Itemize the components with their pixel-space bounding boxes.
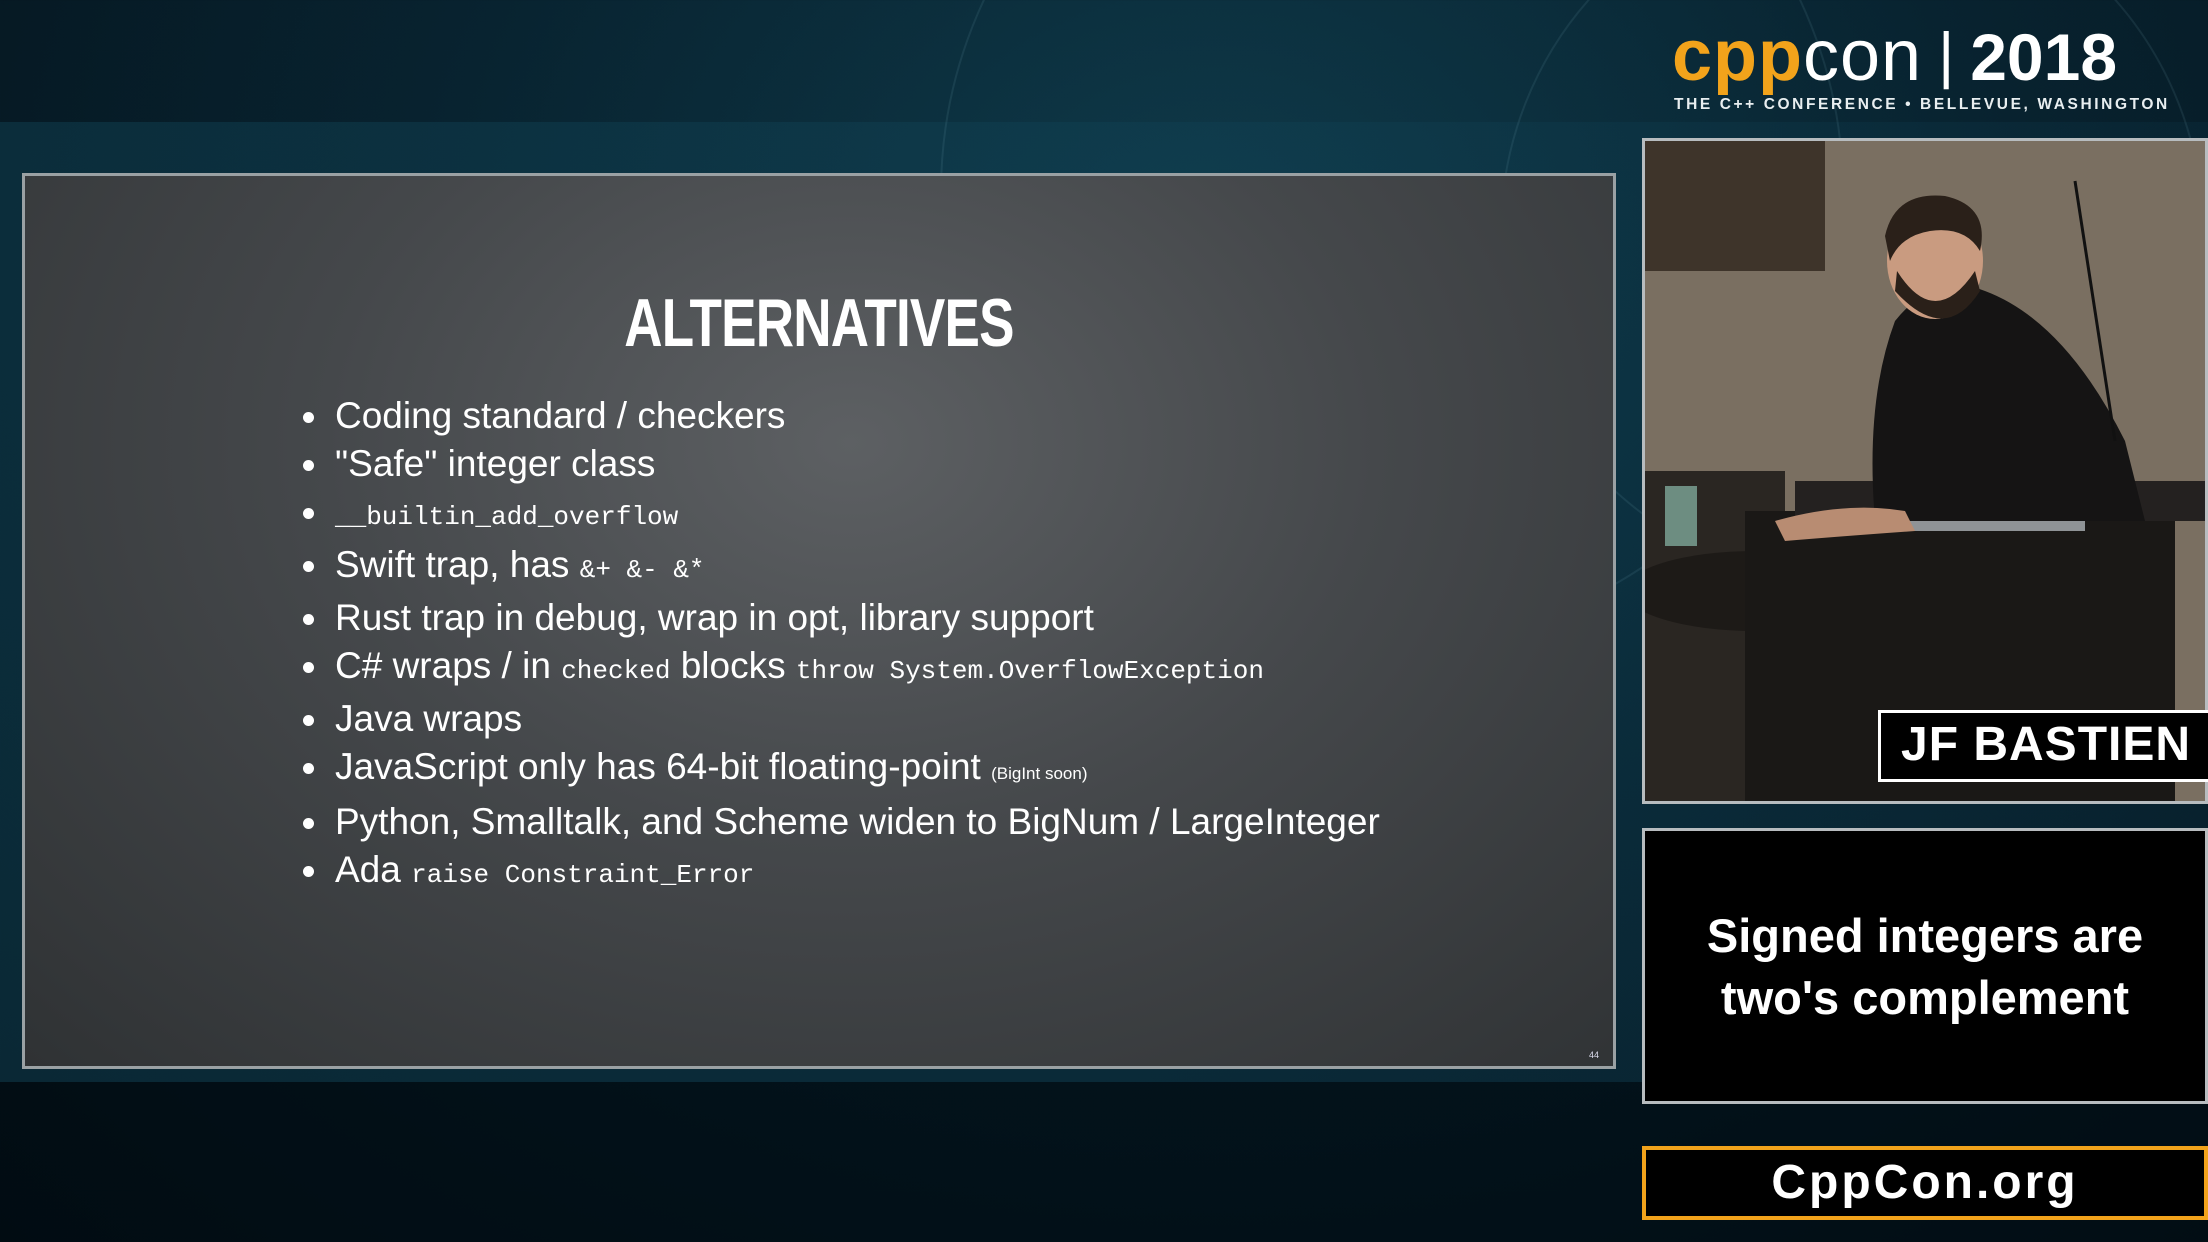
bullet-code: &+ &- &* xyxy=(579,555,705,585)
logo-con: con xyxy=(1803,16,1923,96)
bullet-text: C# wraps / in xyxy=(335,645,562,686)
bullet-text: Ada xyxy=(335,849,412,890)
topic-text: Signed integers are two's complement xyxy=(1645,905,2205,1029)
slide-bullet-list: Coding standard / checkers "Safe" intege… xyxy=(303,392,1380,899)
bullet-code: checked xyxy=(561,656,671,686)
bullet-item: JavaScript only has 64-bit floating-poin… xyxy=(303,743,1380,798)
bullet-item: Rust trap in debug, wrap in opt, library… xyxy=(303,594,1380,642)
bullet-text: Coding standard / checkers xyxy=(335,395,786,436)
bullet-item: "Safe" integer class xyxy=(303,440,1380,488)
logo-year: 2018 xyxy=(1970,20,2118,94)
bullet-item: Swift trap, has &+ &- &* xyxy=(303,541,1380,594)
bullet-item: Java wraps xyxy=(303,695,1380,743)
bullet-text: Python, Smalltalk, and Scheme widen to B… xyxy=(335,801,1380,842)
bullet-item: Coding standard / checkers xyxy=(303,392,1380,440)
bullet-text: blocks xyxy=(670,645,796,686)
bullet-item: __builtin_add_overflow xyxy=(303,488,1380,541)
speaker-video-scene xyxy=(1645,141,2205,801)
bullet-item: C# wraps / in checked blocks throw Syste… xyxy=(303,642,1380,695)
logo-tagline: THE C++ CONFERENCE • BELLEVUE, WASHINGTO… xyxy=(1674,96,2170,113)
speaker-video xyxy=(1642,138,2208,804)
presentation-slide: ALTERNATIVES Coding standard / checkers … xyxy=(22,173,1616,1069)
bullet-code: __builtin_add_overflow xyxy=(335,502,679,532)
cppcon-logo: cppcon | 2018 THE C++ CONFERENCE • BELLEVU… xyxy=(1672,18,2180,118)
bullet-text: "Safe" integer class xyxy=(335,443,656,484)
topic-line: two's complement xyxy=(1720,971,2130,1024)
bullet-text: JavaScript only has 64-bit floating-poin… xyxy=(335,746,992,787)
bullet-text: Swift trap, has xyxy=(335,544,580,585)
slide-page-number: 44 xyxy=(1588,1050,1599,1060)
bullet-text: Rust trap in debug, wrap in opt, library… xyxy=(335,597,1094,638)
speaker-nameplate: JF BASTIEN xyxy=(1878,710,2208,782)
bullet-item: Ada raise Constraint_Error xyxy=(303,846,1380,899)
website-banner: CppCon.org xyxy=(1642,1146,2208,1220)
bullet-note: (BigInt soon) xyxy=(991,764,1088,783)
bullet-code: throw System.OverflowException xyxy=(795,656,1264,686)
topic-line: Signed integers are xyxy=(1706,909,2144,962)
bullet-text: Java wraps xyxy=(335,698,523,739)
slide-title: ALTERNATIVES xyxy=(624,285,1014,361)
logo-divider: | xyxy=(1938,21,1955,90)
bullet-code: raise Constraint_Error xyxy=(411,860,755,890)
bullet-item: Python, Smalltalk, and Scheme widen to B… xyxy=(303,798,1380,846)
logo-cpp: cpp xyxy=(1672,16,1804,96)
logo-wordmark: cppcon | 2018 xyxy=(1672,18,2117,94)
topic-box: Signed integers are two's complement xyxy=(1642,828,2208,1104)
